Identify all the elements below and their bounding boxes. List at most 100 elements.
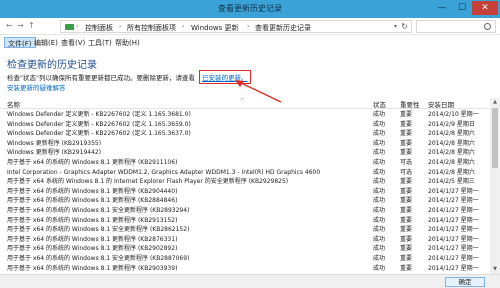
table-row[interactable]: Windows 更新程序 (KB2919355) 成功 重要 2014/2/8 星期六 xyxy=(0,139,490,149)
update-name: 用于基于 x64 的系统的 Windows 8.1 更新程序 (KB290393… xyxy=(7,264,178,272)
update-status: 成功 xyxy=(373,197,386,205)
menu-tools[interactable]: 工具(T) xyxy=(85,37,115,48)
breadcrumb-all-items[interactable]: 所有控制面板项 xyxy=(127,23,176,33)
table-row[interactable]: 用于基于 x64 的系统的 Windows 8.1 安全更新程序 (KB2893… xyxy=(0,206,490,216)
update-date: 2014/2/5 星期三 xyxy=(428,178,475,186)
update-date: 2014/1/27 星期一 xyxy=(428,216,479,224)
table-row[interactable]: 用于基于 x64 的系统的 Windows 8.1 更新程序 (KB291315… xyxy=(0,216,490,226)
update-status: 成功 xyxy=(373,168,386,176)
control-panel-icon xyxy=(65,24,74,30)
search-icon xyxy=(484,23,491,30)
update-name: 用于基于 x64 的系统的 Windows 8.1 更新程序 (KB290289… xyxy=(7,245,178,253)
close-button[interactable]: ✕ xyxy=(472,1,498,15)
column-header-name[interactable]: 名称 xyxy=(7,99,20,109)
sort-indicator-icon: ^ xyxy=(240,98,245,104)
update-date: 2014/2/8 星期六 xyxy=(428,158,475,166)
update-date: 2014/2/9 星期日 xyxy=(428,120,475,128)
column-header-status[interactable]: 状态 xyxy=(373,99,386,109)
update-date: 2014/1/27 星期一 xyxy=(428,235,479,243)
search-input[interactable] xyxy=(416,20,496,33)
navigation-bar: ← → ↑ › 控制面板 › 所有控制面板项 › Windows 更新 › 查看… xyxy=(0,18,500,35)
table-row[interactable]: 用于基于 x64 的系统的 Windows 8.1 安全更新程序 (KB2887… xyxy=(0,254,490,264)
update-date: 2014/2/8 星期六 xyxy=(428,130,475,138)
update-date: 2014/1/27 星期一 xyxy=(428,264,479,272)
address-bar[interactable]: › 控制面板 › 所有控制面板项 › Windows 更新 › 查看更新历史记录… xyxy=(60,20,412,33)
update-importance: 重要 xyxy=(400,187,413,195)
update-status: 成功 xyxy=(373,235,386,243)
table-row[interactable]: 用于基于 x64 的系统的 Windows 8.1 安全更新程序 (KB2862… xyxy=(0,225,490,235)
update-name: 用于基于 x64 的系统的 Windows 8.1 更新程序 (KB291315… xyxy=(7,216,178,224)
update-importance: 重要 xyxy=(400,111,413,118)
window-title: 查看更新历史记录 xyxy=(218,4,282,13)
title-bar: 查看更新历史记录 — ☐ ✕ xyxy=(0,0,500,18)
table-row[interactable]: 用于基于 x64 的系统的 Windows 8.1 更新程序 (KB288484… xyxy=(0,196,490,206)
scroll-thumb[interactable] xyxy=(492,108,498,168)
update-importance: 重要 xyxy=(400,197,413,205)
table-row[interactable]: Windows Defender 定义更新 - KB2267602 (定义 1.… xyxy=(0,120,490,130)
update-list: Windows Defender 定义更新 - KB2267602 (定义 1.… xyxy=(0,110,490,274)
ok-button[interactable]: 确定 xyxy=(445,277,485,287)
refresh-icon[interactable]: ↻ xyxy=(401,22,408,31)
forward-arrow-icon[interactable]: → xyxy=(17,21,24,30)
maximize-button[interactable]: ☐ xyxy=(452,1,472,15)
update-status: 成功 xyxy=(373,178,386,186)
update-name: 用于基于 x64 系统的 Windows 8.1 的 Internet Expl… xyxy=(7,178,289,186)
table-row[interactable]: 用于基于 x64 的系统的 Windows 8.1 更新程序 (KB290444… xyxy=(0,187,490,197)
breadcrumb-windows-update[interactable]: Windows 更新 xyxy=(191,23,238,33)
update-importance: 重要 xyxy=(400,149,413,157)
update-date: 2014/2/8 星期六 xyxy=(428,139,475,147)
scroll-up-icon[interactable]: ▲ xyxy=(490,98,500,107)
update-importance: 重要 xyxy=(400,226,413,234)
table-row[interactable]: Windows 更新程序 (KB2919442) 成功 重要 2014/2/8 星期六 xyxy=(0,148,490,158)
table-row[interactable]: 用于基于 x64 的系统的 Windows 8.1 更新程序 (KB291110… xyxy=(0,158,490,168)
update-importance: 重要 xyxy=(400,264,413,272)
minimize-button[interactable]: — xyxy=(432,1,452,15)
table-row[interactable]: 用于基于 x64 的系统的 Windows 8.1 更新程序 (KB290393… xyxy=(0,264,490,274)
update-status: 成功 xyxy=(373,149,386,157)
update-name: 用于基于 x64 的系统的 Windows 8.1 更新程序 (KB291110… xyxy=(7,158,178,166)
update-importance: 可选 xyxy=(400,168,413,176)
update-importance: 重要 xyxy=(400,120,413,128)
vertical-scrollbar[interactable]: ▲ ▼ xyxy=(490,98,500,274)
update-status: 成功 xyxy=(373,254,386,262)
update-name: Windows Defender 定义更新 - KB2267602 (定义 1.… xyxy=(7,130,191,138)
table-row[interactable]: Intel Corporation - Graphics Adapter WDD… xyxy=(0,168,490,178)
troubleshoot-link[interactable]: 安装更新的疑难解答 xyxy=(7,82,66,92)
update-status: 成功 xyxy=(373,245,386,253)
update-importance: 可选 xyxy=(400,158,413,166)
update-name: 用于基于 x64 的系统的 Windows 8.1 更新程序 (KB290444… xyxy=(7,187,178,195)
table-row[interactable]: 用于基于 x64 系统的 Windows 8.1 的 Internet Expl… xyxy=(0,177,490,187)
table-row[interactable]: 用于基于 x64 的系统的 Windows 8.1 更新程序 (KB287633… xyxy=(0,235,490,245)
update-name: Windows 更新程序 (KB2919442) xyxy=(7,149,102,157)
update-status: 成功 xyxy=(373,206,386,214)
menu-view[interactable]: 查看(V) xyxy=(58,37,88,48)
up-arrow-icon[interactable]: ↑ xyxy=(28,21,35,30)
table-row[interactable]: Windows Defender 定义更新 - KB2267602 (定义 1.… xyxy=(0,129,490,139)
breadcrumb-update-history[interactable]: 查看更新历史记录 xyxy=(255,23,311,33)
table-row[interactable]: 用于基于 x64 的系统的 Windows 8.1 更新程序 (KB290289… xyxy=(0,244,490,254)
update-status: 成功 xyxy=(373,120,386,128)
column-header-importance[interactable]: 重要性 xyxy=(400,99,420,109)
column-header-date[interactable]: 安装日期 xyxy=(428,99,454,109)
update-importance: 重要 xyxy=(400,216,413,224)
breadcrumb-separator: › xyxy=(76,23,79,30)
update-date: 2014/2/8 星期六 xyxy=(428,168,475,176)
scroll-down-icon[interactable]: ▼ xyxy=(490,265,500,274)
chevron-down-icon[interactable]: ▾ xyxy=(394,23,397,30)
back-arrow-icon[interactable]: ← xyxy=(6,21,13,30)
update-date: 2014/1/27 星期一 xyxy=(428,226,479,234)
table-header: 名称 ^ 状态 重要性 安装日期 xyxy=(0,98,490,109)
update-importance: 重要 xyxy=(400,178,413,186)
update-name: Windows 更新程序 (KB2919355) xyxy=(7,139,102,147)
update-name: Windows Defender 定义更新 - KB2267602 (定义 1.… xyxy=(7,111,191,118)
update-importance: 重要 xyxy=(400,139,413,147)
update-status: 成功 xyxy=(373,158,386,166)
menu-help[interactable]: 帮助(H) xyxy=(112,37,143,48)
breadcrumb-control-panel[interactable]: 控制面板 xyxy=(85,23,113,33)
update-name: 用于基于 x64 的系统的 Windows 8.1 安全更新程序 (KB2887… xyxy=(7,254,190,262)
update-importance: 重要 xyxy=(400,254,413,262)
table-row[interactable]: Windows Defender 定义更新 - KB2267602 (定义 1.… xyxy=(0,110,490,120)
menu-edit[interactable]: 编辑(E) xyxy=(31,37,61,48)
update-status: 成功 xyxy=(373,111,386,118)
description-text: 检查"状态"列以确保所有重要更新都已成功。要删除更新，请查看 xyxy=(7,74,195,82)
